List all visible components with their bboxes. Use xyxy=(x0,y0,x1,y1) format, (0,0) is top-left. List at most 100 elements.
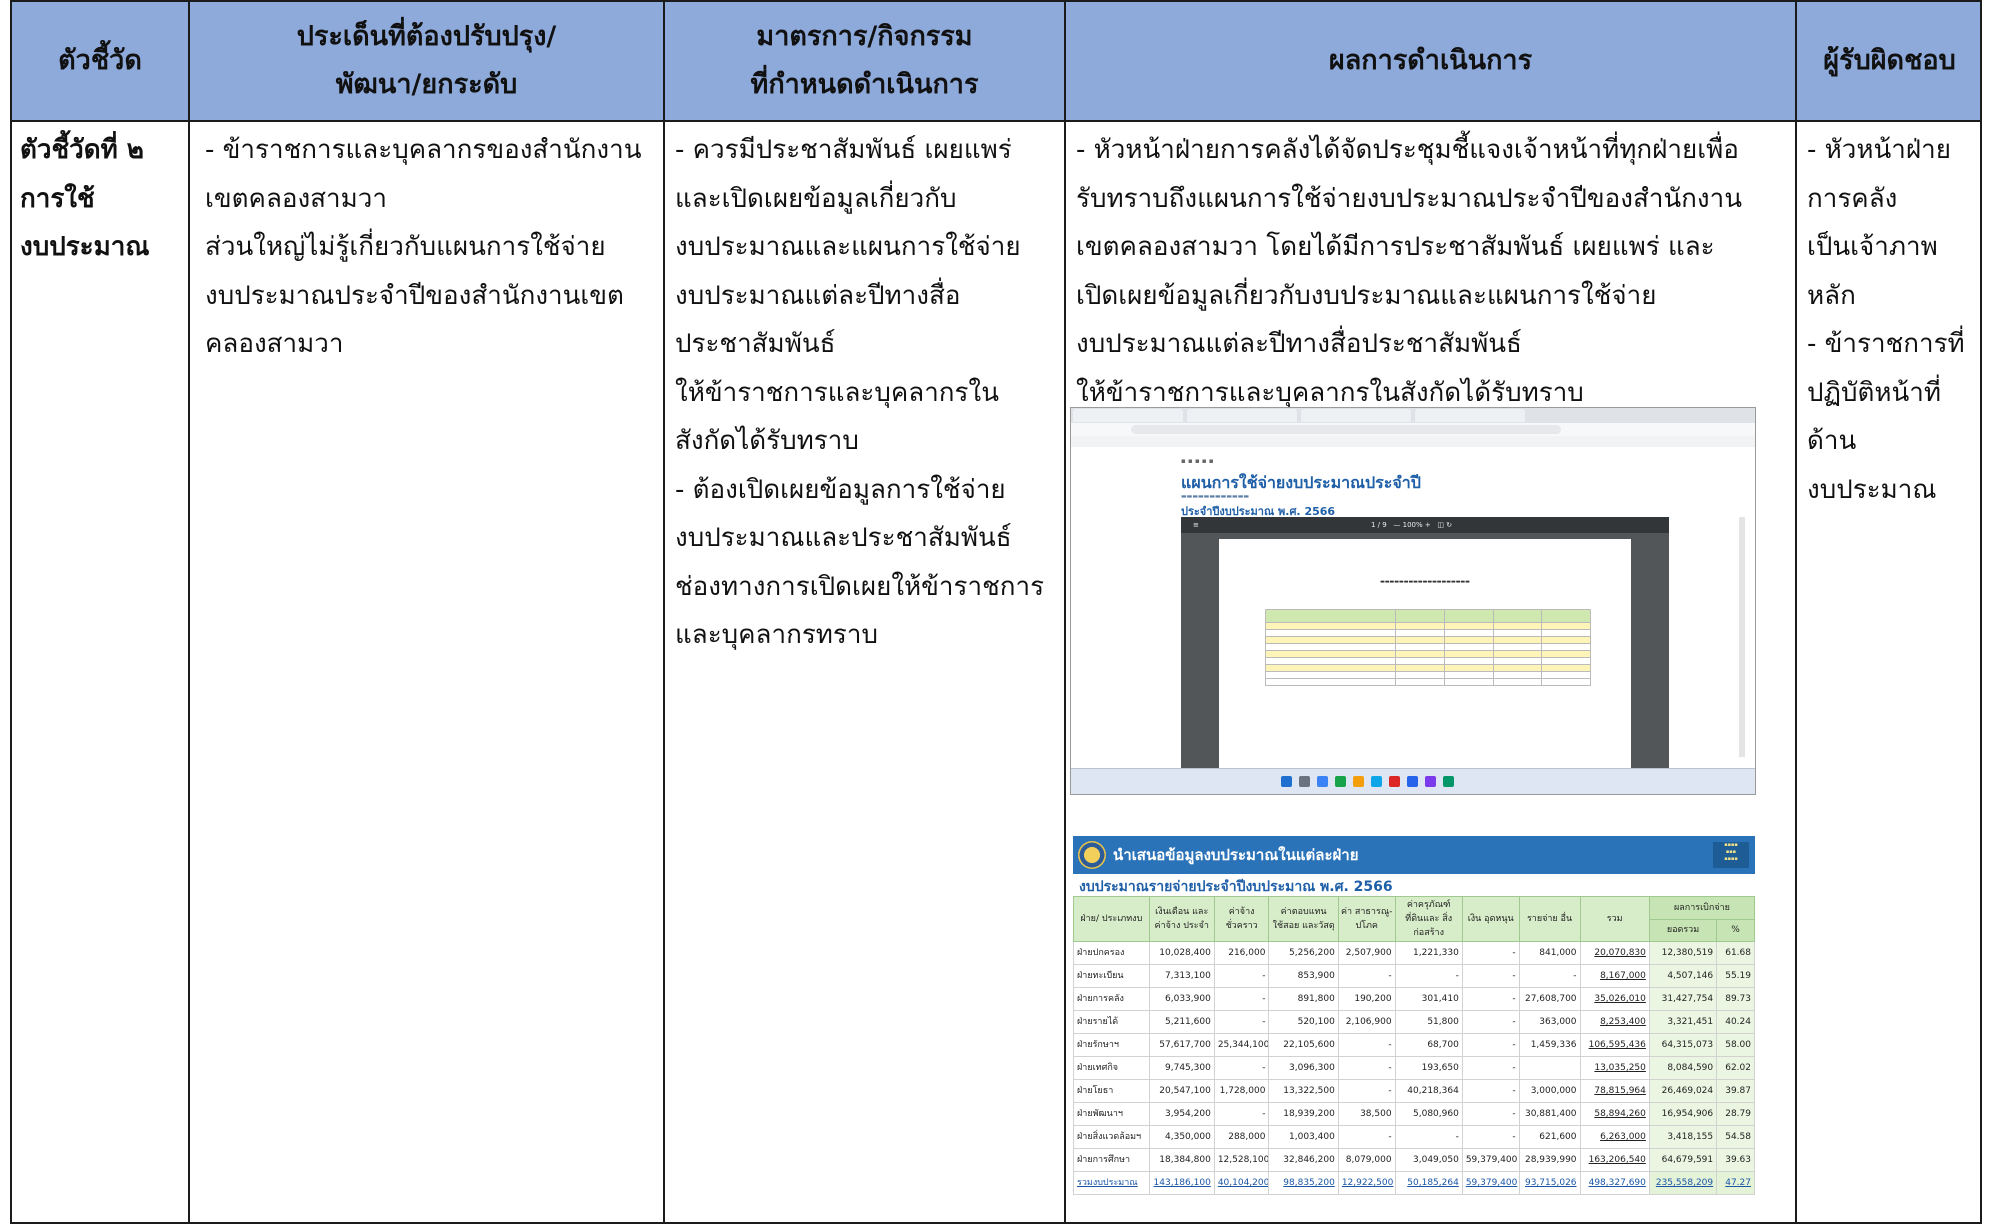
app-icon xyxy=(1371,776,1382,787)
text-line: งบประมาณประจำปีของสำนักงานเขต xyxy=(205,280,624,311)
table-cell: 68,700 xyxy=(1394,1033,1463,1057)
brand-badge: ▪▪▪▪ ▪▪▪ ▪▪▪▪ xyxy=(1713,842,1749,868)
table-cell: 288,000 xyxy=(1213,1125,1270,1149)
table-cell: 20,547,100 xyxy=(1148,1079,1215,1103)
col-header: รวม xyxy=(1579,896,1650,942)
app-icon xyxy=(1443,776,1454,787)
table-cell: 39.63 xyxy=(1716,1148,1755,1172)
table-cell: 38,500 xyxy=(1337,1102,1396,1126)
col-header: ค่าครุภัณฑ์ ที่ดินและ สิ่งก่อสร้าง xyxy=(1394,896,1463,942)
table-cell: 8,253,400 xyxy=(1579,1010,1650,1034)
table-cell: ฝ่ายรายได้ xyxy=(1073,1010,1150,1034)
text-line: งบประมาณ xyxy=(1807,474,1937,505)
app-icon xyxy=(1407,776,1418,787)
col-header: ค่าจ้าง ชั่วคราว xyxy=(1213,896,1270,942)
col-header: รายจ่าย อื่น xyxy=(1518,896,1581,942)
table-cell: - xyxy=(1461,1102,1520,1126)
table-cell: 841,000 xyxy=(1518,941,1581,965)
text-line: เขตคลองสามวา xyxy=(205,183,387,214)
table-cell: 1,728,000 xyxy=(1213,1079,1270,1103)
table-cell: 163,206,540 xyxy=(1579,1148,1650,1172)
table-cell: 8,084,590 xyxy=(1648,1056,1718,1080)
table-cell: 4,507,146 xyxy=(1648,964,1718,988)
table-cell: 18,384,800 xyxy=(1148,1148,1215,1172)
table-cell: 2,106,900 xyxy=(1337,1010,1396,1034)
table-row: ฝ่ายทะเบียน 7,313,100-853,900- - - -8,167,00… xyxy=(1073,964,1755,988)
table-cell: 35,026,010 xyxy=(1579,987,1650,1011)
table-row: ฝ่ายสิ่งแวดล้อมฯ 4,350,000 288,000 1,003,40… xyxy=(1073,1125,1755,1149)
app-icon xyxy=(1353,776,1364,787)
table-cell: 57,617,700 xyxy=(1148,1033,1215,1057)
table-cell: 18,939,200 xyxy=(1268,1102,1339,1126)
text-line: งบประมาณและประชาสัมพันธ์ xyxy=(675,523,1012,553)
pdf-page: ▬▬▬▬▬▬▬▬▬▬▬▬▬▬▬▬▬▬▬ xyxy=(1219,539,1631,779)
table-cell: 58,894,260 xyxy=(1579,1102,1650,1126)
text-line: ด้าน xyxy=(1807,426,1857,456)
column-divider xyxy=(188,2,190,1222)
budget-table-body: ฝ่ายปกครอง 10,028,400 216,000 5,256,200 2,50… xyxy=(1073,941,1755,1195)
table-row: ฝ่ายพัฒนาฯ 3,954,200-18,939,200 38,500 5,08… xyxy=(1073,1102,1755,1126)
table-cell: 98,835,200 xyxy=(1268,1171,1339,1195)
table-cell xyxy=(1518,1056,1581,1080)
budget-subtitle: งบประมาณรายจ่ายประจำปีงบประมาณ พ.ศ. 2566 xyxy=(1079,879,1393,895)
table-cell: 301,410 xyxy=(1394,987,1463,1011)
table-cell: ฝ่ายปกครอง xyxy=(1073,941,1150,965)
column-divider xyxy=(1795,2,1797,1222)
table-cell: 78,815,964 xyxy=(1579,1079,1650,1103)
table-cell: 28.79 xyxy=(1716,1102,1755,1126)
table-cell: 12,380,519 xyxy=(1648,941,1718,965)
table-cell: 55.19 xyxy=(1716,964,1755,988)
table-cell: 853,900 xyxy=(1268,964,1339,988)
column-divider xyxy=(1064,2,1066,1222)
issue-cell: - ข้าราชการและบุคลากรของสำนักงาน เขตคลอง… xyxy=(205,120,641,369)
text-line: - ข้าราชการที่ xyxy=(1807,329,1965,359)
text-line: งบประมาณและแผนการใช้จ่าย xyxy=(675,232,1021,262)
table-cell: 363,000 xyxy=(1518,1010,1581,1034)
table-cell: 25,344,100 xyxy=(1213,1033,1270,1057)
table-cell: - xyxy=(1394,964,1463,988)
breadcrumb: ▪ ▪ ▪ ▪ ▪ xyxy=(1181,457,1214,465)
app-icon xyxy=(1389,776,1400,787)
col-header: เงินเดือน และค่าจ้าง ประจำ xyxy=(1148,896,1215,942)
table-cell: 9,745,300 xyxy=(1148,1056,1215,1080)
text-line: การคลัง xyxy=(1807,183,1898,214)
text-line: ปฏิบัติหน้าที่ xyxy=(1807,377,1941,408)
table-row: ฝ่ายรักษาฯ 57,617,700 25,344,100 22,105,600… xyxy=(1073,1033,1755,1057)
table-cell: 12,922,500 xyxy=(1337,1171,1396,1195)
table-cell: 3,418,155 xyxy=(1648,1125,1718,1149)
start-icon xyxy=(1281,776,1292,787)
text-line: คลองสามวา xyxy=(205,329,344,359)
table-cell: - xyxy=(1461,941,1520,965)
col-header: ค่าตอบแทน ใช้สอย และวัสดุ xyxy=(1268,896,1339,942)
table-cell: 12,528,100 xyxy=(1213,1148,1270,1172)
pdf-table xyxy=(1265,609,1591,686)
table-cell: 31,427,754 xyxy=(1648,987,1718,1011)
table-cell: 1,003,400 xyxy=(1268,1125,1339,1149)
text-line: หลัก xyxy=(1807,280,1856,311)
table-cell: 1,221,330 xyxy=(1394,941,1463,965)
search-icon xyxy=(1299,776,1310,787)
measure-cell: - ควรมีประชาสัมพันธ์ เผยแพร่ และเปิดเผยข… xyxy=(675,120,1044,660)
table-cell: - xyxy=(1461,1079,1520,1103)
table-row: ฝ่ายการคลัง 6,033,900-891,800 190,200 301,4… xyxy=(1073,987,1755,1011)
col-header: เงิน อุดหนุน xyxy=(1461,896,1520,942)
table-cell: - xyxy=(1213,964,1270,988)
text-line: งบประมาณ xyxy=(20,232,150,262)
table-cell: 16,954,906 xyxy=(1648,1102,1718,1126)
app-icon xyxy=(1425,776,1436,787)
table-cell: 22,105,600 xyxy=(1268,1033,1339,1057)
table-cell: 5,211,600 xyxy=(1148,1010,1215,1034)
table-cell: 47.27 xyxy=(1716,1171,1755,1195)
table-cell: - xyxy=(1337,1033,1396,1057)
budget-plan-screenshot: ▪ ▪ ▪ ▪ ▪ แผนการใช้จ่ายงบประมาณประจำปี ▬… xyxy=(1070,407,1756,795)
table-cell: 5,256,200 xyxy=(1268,941,1339,965)
table-cell: 62.02 xyxy=(1716,1056,1755,1080)
table-cell: 51,800 xyxy=(1394,1010,1463,1034)
pdf-page-title: ▬▬▬▬▬▬▬▬▬▬▬▬▬▬▬▬▬▬▬ xyxy=(1380,579,1470,585)
table-cell: 40.24 xyxy=(1716,1010,1755,1034)
table-cell: ฝ่ายพัฒนาฯ xyxy=(1073,1102,1150,1126)
table-cell: 59,379,400 xyxy=(1461,1148,1520,1172)
col-header: ฝ่าย/ ประเภทงบ xyxy=(1073,896,1150,942)
table-cell: ฝ่ายเทศกิจ xyxy=(1073,1056,1150,1080)
text-line: งบประมาณแต่ละปีทางสื่อ xyxy=(675,280,961,311)
